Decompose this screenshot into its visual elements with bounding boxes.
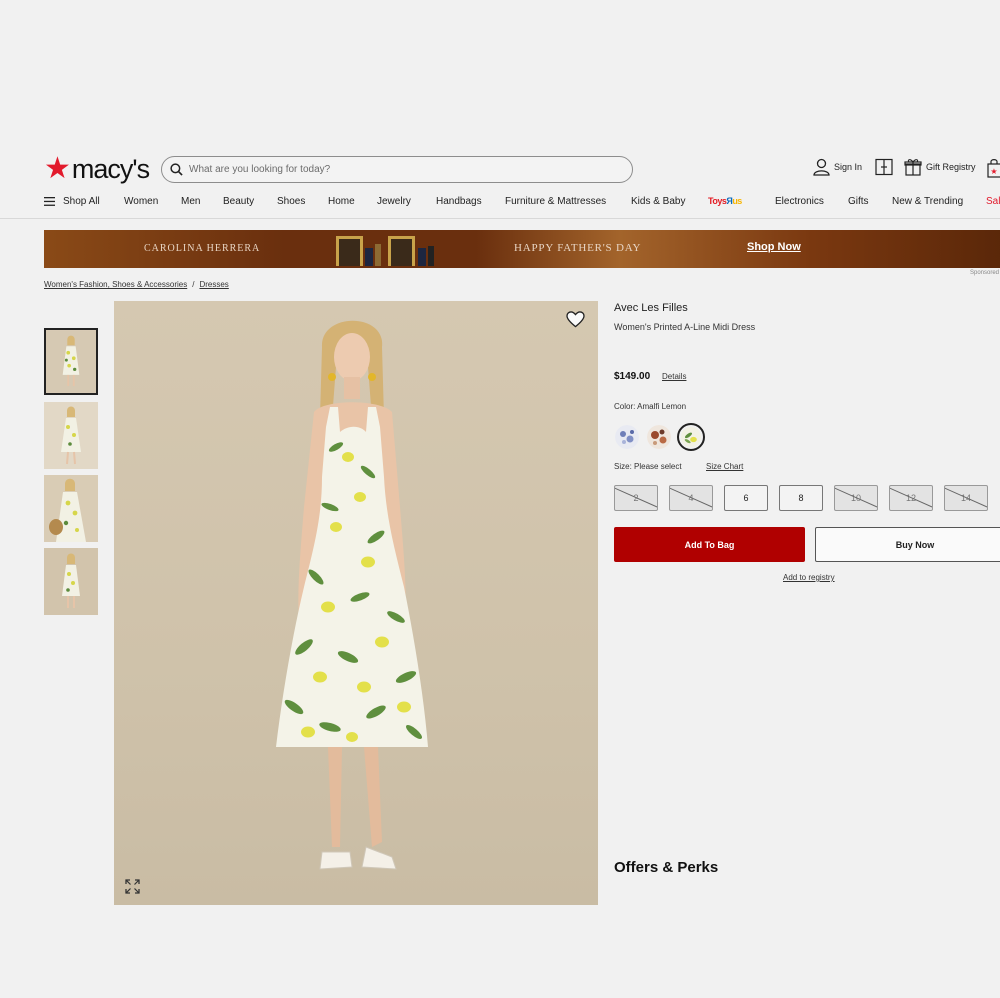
thumbnail-2[interactable]	[44, 402, 98, 469]
heart-icon[interactable]	[566, 311, 585, 328]
size-option-6[interactable]: 6	[724, 485, 768, 511]
size-label: Size: Please select	[614, 462, 682, 471]
size-chart-link[interactable]: Size Chart	[706, 462, 743, 471]
swatch-blue-floral[interactable]	[615, 425, 639, 449]
thumbnail-3[interactable]	[44, 475, 98, 542]
model-wearing-dress-image	[276, 320, 428, 870]
size-option-8[interactable]: 8	[779, 485, 823, 511]
expand-icon[interactable]	[125, 879, 140, 894]
nav-handbags[interactable]: Handbags	[436, 196, 482, 207]
nav-women[interactable]: Women	[124, 196, 158, 207]
main-product-image[interactable]	[114, 301, 598, 905]
nav-kids-baby[interactable]: Kids & Baby	[631, 196, 685, 207]
breadcrumb-dresses[interactable]: Dresses	[199, 280, 228, 289]
size-option-14[interactable]: 14	[944, 485, 988, 511]
nav-jewelry[interactable]: Jewelry	[377, 196, 411, 207]
thumbnail-image	[46, 330, 96, 393]
nav-home[interactable]: Home	[328, 196, 355, 207]
macys-logo[interactable]: ★ macy's	[44, 152, 150, 186]
header-divider	[0, 218, 1000, 219]
search-icon	[170, 163, 183, 176]
offers-perks-heading: Offers & Perks	[614, 859, 719, 876]
thumbnail-image	[44, 475, 98, 542]
search-bar[interactable]	[161, 156, 633, 183]
promo-banner[interactable]: CAROLINA HERRERA HAPPY FATHER'S DAY Shop…	[44, 230, 1000, 268]
swatch-rust-floral[interactable]	[647, 425, 671, 449]
wallet-button[interactable]	[875, 158, 893, 176]
gift-registry-link[interactable]: Gift Registry	[904, 158, 976, 176]
color-label: Color: Amalfi Lemon	[614, 402, 687, 411]
hamburger-menu-icon	[44, 197, 55, 206]
banner-headline: HAPPY FATHER'S DAY	[514, 242, 642, 254]
nav-toys-r-us-logo[interactable]: ToysЯus	[708, 196, 742, 206]
sign-in-label: Sign In	[834, 162, 863, 172]
wallet-icon	[875, 158, 893, 176]
nav-new-trending[interactable]: New & Trending	[892, 196, 963, 207]
sponsored-label: Sponsored	[970, 270, 1000, 276]
search-input[interactable]	[189, 164, 609, 175]
thumbnail-1[interactable]	[44, 328, 98, 395]
product-price: $149.00	[614, 371, 651, 382]
swatch-image	[615, 425, 639, 449]
breadcrumb: Women's Fashion, Shoes & Accessories / D…	[44, 280, 229, 289]
nav-furniture-mattresses[interactable]: Furniture & Mattresses	[505, 196, 606, 207]
swatch-amalfi-lemon[interactable]	[677, 423, 705, 451]
nav-gifts[interactable]: Gifts	[848, 196, 869, 207]
nav-men[interactable]: Men	[181, 196, 200, 207]
breadcrumb-womens-fashion[interactable]: Women's Fashion, Shoes & Accessories	[44, 280, 187, 289]
banner-brand: CAROLINA HERRERA	[144, 243, 261, 254]
banner-shop-now-link[interactable]: Shop Now	[747, 241, 801, 253]
logo-text: macy's	[71, 153, 150, 184]
sign-in-link[interactable]: Sign In	[813, 158, 862, 176]
breadcrumb-separator: /	[192, 280, 195, 289]
size-option-10[interactable]: 10	[834, 485, 878, 511]
product-brand[interactable]: Avec Les Filles	[614, 302, 688, 314]
size-option-2[interactable]: 2	[614, 485, 658, 511]
nav-sale[interactable]: Sale	[986, 196, 1000, 207]
size-option-4[interactable]: 4	[669, 485, 713, 511]
product-title: Women's Printed A-Line Midi Dress	[614, 322, 756, 332]
nav-shop-all-label: Shop All	[63, 196, 100, 207]
user-icon	[813, 158, 830, 176]
main-nav: Shop All Women Men Beauty Shoes Home Jew…	[44, 194, 1000, 210]
bag-button[interactable]: ★	[987, 158, 1000, 178]
thumbnail-4[interactable]	[44, 548, 98, 615]
add-to-bag-button[interactable]: Add To Bag	[614, 527, 805, 562]
thumbnail-image	[44, 548, 98, 615]
add-to-registry-link[interactable]: Add to registry	[783, 573, 835, 582]
banner-product-image	[336, 236, 434, 266]
nav-shop-all[interactable]: Shop All	[44, 196, 100, 207]
buy-now-button[interactable]: Buy Now	[815, 527, 1000, 562]
gift-icon	[904, 159, 922, 176]
nav-electronics[interactable]: Electronics	[775, 196, 824, 207]
nav-shoes[interactable]: Shoes	[277, 196, 305, 207]
swatch-image	[681, 427, 701, 447]
swatch-image	[647, 425, 671, 449]
shopping-bag-icon: ★	[987, 159, 1000, 178]
size-option-12[interactable]: 12	[889, 485, 933, 511]
svg-text:★: ★	[990, 167, 997, 176]
nav-beauty[interactable]: Beauty	[223, 196, 254, 207]
star-logo-icon: ★	[44, 152, 71, 185]
thumbnail-image	[44, 402, 98, 469]
gift-registry-label: Gift Registry	[926, 162, 976, 172]
price-details-link[interactable]: Details	[662, 372, 686, 381]
